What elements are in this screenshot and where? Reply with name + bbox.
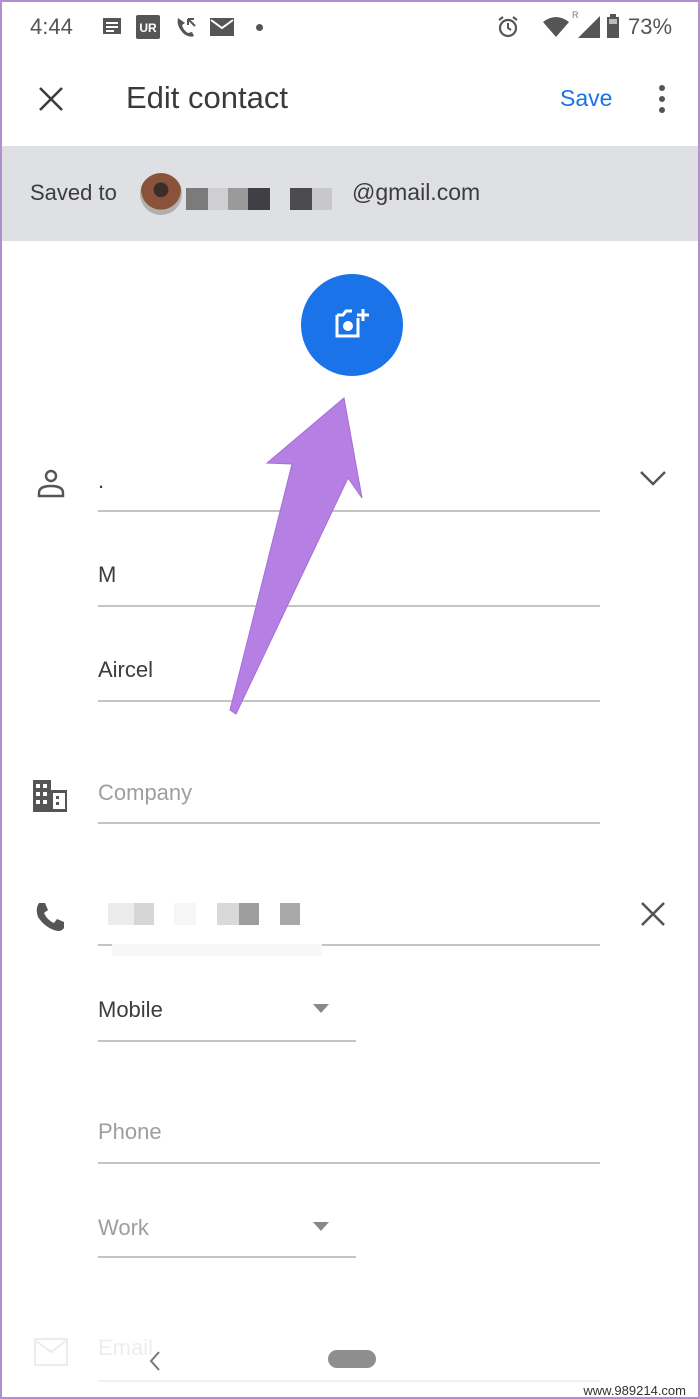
last-name-field[interactable]: Aircel (98, 657, 153, 683)
redacted-email-block (248, 188, 270, 210)
new-phone-field[interactable]: Phone (98, 1119, 162, 1145)
save-button[interactable]: Save (560, 85, 612, 112)
notification-dot-icon (256, 24, 263, 31)
missed-call-icon (177, 18, 196, 37)
redacted-email-block (290, 188, 312, 210)
redacted-email-block (208, 188, 228, 210)
name-prefix-field[interactable]: . (98, 468, 104, 494)
back-button[interactable] (148, 1350, 162, 1372)
remove-phone-button[interactable] (640, 901, 666, 927)
more-options-button[interactable] (654, 84, 670, 114)
alarm-icon (498, 16, 518, 38)
redacted-email-block (228, 188, 248, 210)
wifi-icon (543, 17, 569, 37)
close-button[interactable] (38, 86, 64, 112)
gmail-icon (210, 18, 234, 36)
dropdown-arrow-icon (313, 1222, 329, 1231)
company-underline (98, 822, 600, 824)
new-phone-type-underline (98, 1256, 356, 1258)
watermark: www.989214.com (583, 1383, 686, 1398)
redacted-phone-block (112, 944, 322, 956)
saved-to-label: Saved to (30, 180, 117, 205)
expand-name-button[interactable] (638, 468, 668, 488)
middle-name-underline (98, 605, 600, 607)
svg-text:UR: UR (139, 21, 157, 35)
add-photo-button[interactable] (301, 274, 403, 376)
phone-type-select[interactable]: Mobile (98, 996, 356, 1042)
email-icon (34, 1338, 68, 1366)
dropdown-arrow-icon (313, 1004, 329, 1013)
messages-icon (103, 18, 121, 34)
ur-app-icon: UR (136, 15, 160, 39)
phone-type-underline (98, 1040, 356, 1042)
signal-icon (578, 16, 600, 38)
battery-percent: 73% (628, 14, 673, 39)
new-phone-underline (98, 1162, 600, 1164)
company-field[interactable]: Company (98, 780, 192, 806)
page-title: Edit contact (126, 80, 288, 115)
phone-number-field[interactable] (98, 901, 600, 941)
account-avatar (140, 173, 182, 215)
phone-icon (36, 903, 64, 931)
redacted-email-block (186, 188, 208, 210)
name-prefix-underline (98, 510, 600, 512)
email-underline (98, 1380, 600, 1382)
person-icon (37, 469, 65, 498)
phone-type-value: Mobile (98, 997, 163, 1022)
business-icon (33, 780, 67, 812)
status-time: 4:44 (30, 14, 73, 39)
account-email: @gmail.com (352, 179, 481, 205)
add-photo-icon (335, 309, 369, 338)
home-button[interactable] (328, 1350, 376, 1368)
new-phone-type-value: Work (98, 1215, 149, 1240)
redacted-email-block (312, 188, 332, 210)
email-field[interactable]: Email (98, 1335, 153, 1361)
battery-icon (607, 14, 619, 38)
last-name-underline (98, 700, 600, 702)
new-phone-type-select[interactable]: Work (98, 1214, 356, 1260)
middle-name-field[interactable]: M (98, 562, 116, 588)
